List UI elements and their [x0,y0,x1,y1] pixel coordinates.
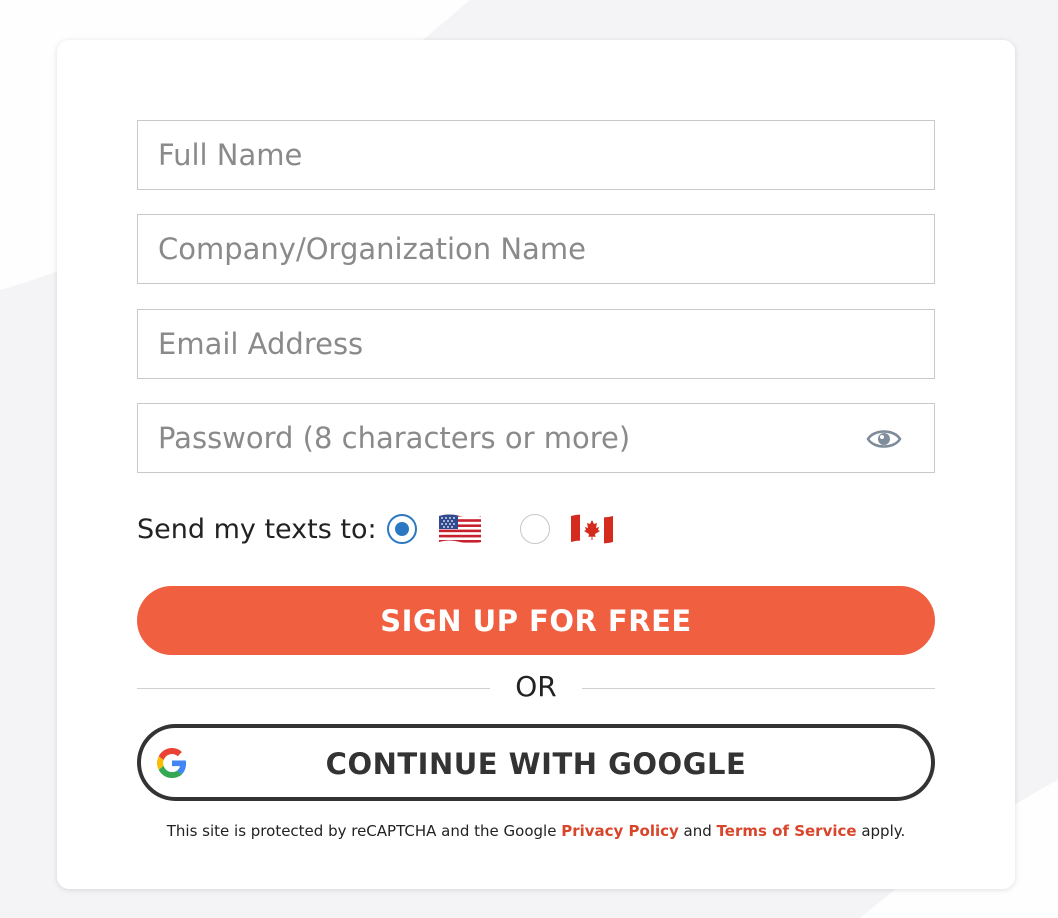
sign-up-button[interactable]: SIGN UP FOR FREE [137,586,935,655]
radio-us[interactable] [387,514,417,544]
or-divider: OR [137,668,935,708]
legal-prefix: This site is protected by reCAPTCHA and … [166,822,562,840]
privacy-policy-link[interactable]: Privacy Policy [561,822,679,840]
email-field[interactable] [137,309,935,379]
terms-of-service-link[interactable]: Terms of Service [717,822,857,840]
full-name-input[interactable] [138,121,934,189]
google-button-label: CONTINUE WITH GOOGLE [325,747,747,781]
company-input[interactable] [138,215,934,283]
email-input[interactable] [138,310,934,378]
send-texts-label: Send my texts to: [137,514,377,545]
canada-flag-icon [571,514,613,544]
us-flag-icon [439,514,481,544]
recaptcha-notice: This site is protected by reCAPTCHA and … [57,822,1015,840]
divider-line-left [137,688,490,689]
legal-middle: and [678,822,717,840]
radio-canada[interactable] [520,514,550,544]
company-field[interactable] [137,214,935,284]
send-texts-row: Send my texts to: [137,508,935,552]
divider-line-right [582,688,935,689]
signup-card: Send my texts to: [57,40,1015,889]
password-input[interactable] [138,404,934,472]
eye-icon[interactable] [866,424,902,454]
password-field[interactable] [137,403,935,473]
or-label: OR [515,670,557,703]
full-name-field[interactable] [137,120,935,190]
continue-with-google-button[interactable]: CONTINUE WITH GOOGLE [137,724,935,801]
legal-suffix: apply. [856,822,906,840]
